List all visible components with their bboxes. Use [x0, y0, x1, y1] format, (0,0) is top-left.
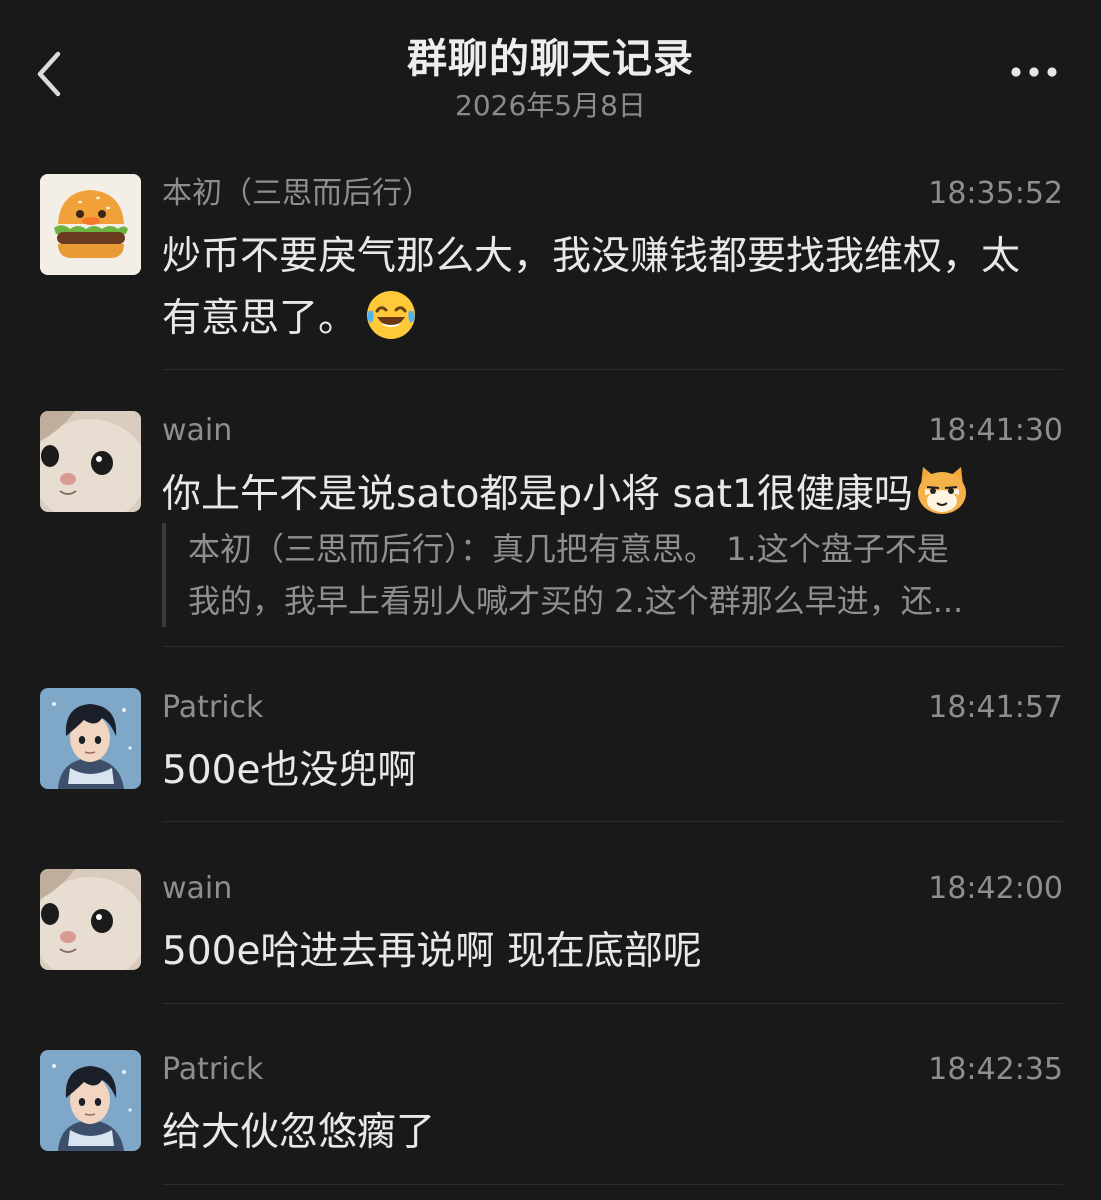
message-text: 500e也没兜啊 [162, 748, 417, 793]
message-time: 18:42:35 [928, 1052, 1063, 1087]
sender-name: Patrick [162, 1052, 264, 1087]
sender-name: Patrick [162, 690, 264, 725]
burger-avatar-icon [40, 174, 141, 275]
message-time: 18:35:52 [928, 176, 1063, 211]
quote-line-1: 本初（三思而后行）：真几把有意思。 1.这个盘子不是 [188, 530, 949, 568]
message-text: 给大伙忽悠瘸了 [162, 1110, 436, 1155]
message-time: 18:41:30 [928, 413, 1063, 448]
avatar-cat[interactable] [40, 411, 141, 512]
avatar-anime-boy[interactable] [40, 688, 141, 789]
page-date: 2026年5月8日 [455, 89, 646, 122]
more-horizontal-icon [1011, 67, 1057, 77]
message-body: 你上午不是说sato都是p小将 sat1很健康吗 [162, 472, 913, 517]
quoted-message[interactable]: 本初（三思而后行）：真几把有意思。 1.这个盘子不是 我的，我早上看别人喊才买的… [162, 523, 1058, 627]
sender-name: wain [162, 413, 233, 448]
message-text: 你上午不是说sato都是p小将 sat1很健康吗 [162, 463, 1042, 526]
message-body: 炒币不要戾气那么大，我没赚钱都要找我维权，太有意思了。 [162, 234, 1021, 341]
cat-avatar-icon [40, 411, 141, 512]
anime-boy-avatar-icon [40, 1050, 141, 1151]
avatar-anime-boy[interactable] [40, 1050, 141, 1151]
tears-of-joy-emoji-icon [367, 291, 416, 339]
header: 群聊的聊天记录 2026年5月8日 [0, 0, 1101, 140]
avatar-burger[interactable] [40, 174, 141, 275]
sly-cat-emoji-icon [917, 467, 966, 514]
sender-name: 本初（三思而后行） [162, 176, 432, 211]
more-button[interactable] [1002, 52, 1066, 92]
sender-name: wain [162, 871, 233, 906]
message-divider [162, 821, 1063, 822]
message-divider [162, 1003, 1063, 1004]
anime-boy-avatar-icon [40, 688, 141, 789]
message-divider [162, 369, 1063, 370]
cat-avatar-icon [40, 869, 141, 970]
quote-line-2: 我的，我早上看别人喊才买的 2.这个群那么早进，还... [188, 582, 964, 620]
message-divider [162, 646, 1063, 647]
message-time: 18:41:57 [928, 690, 1063, 725]
message-text: 炒币不要戾气那么大，我没赚钱都要找我维权，太有意思了。 [162, 226, 1042, 350]
page-title: 群聊的聊天记录 [407, 36, 694, 82]
message-text: 500e哈进去再说啊 现在底部呢 [162, 929, 702, 974]
message-time: 18:42:00 [928, 871, 1063, 906]
message-divider [162, 1184, 1063, 1185]
avatar-cat[interactable] [40, 869, 141, 970]
